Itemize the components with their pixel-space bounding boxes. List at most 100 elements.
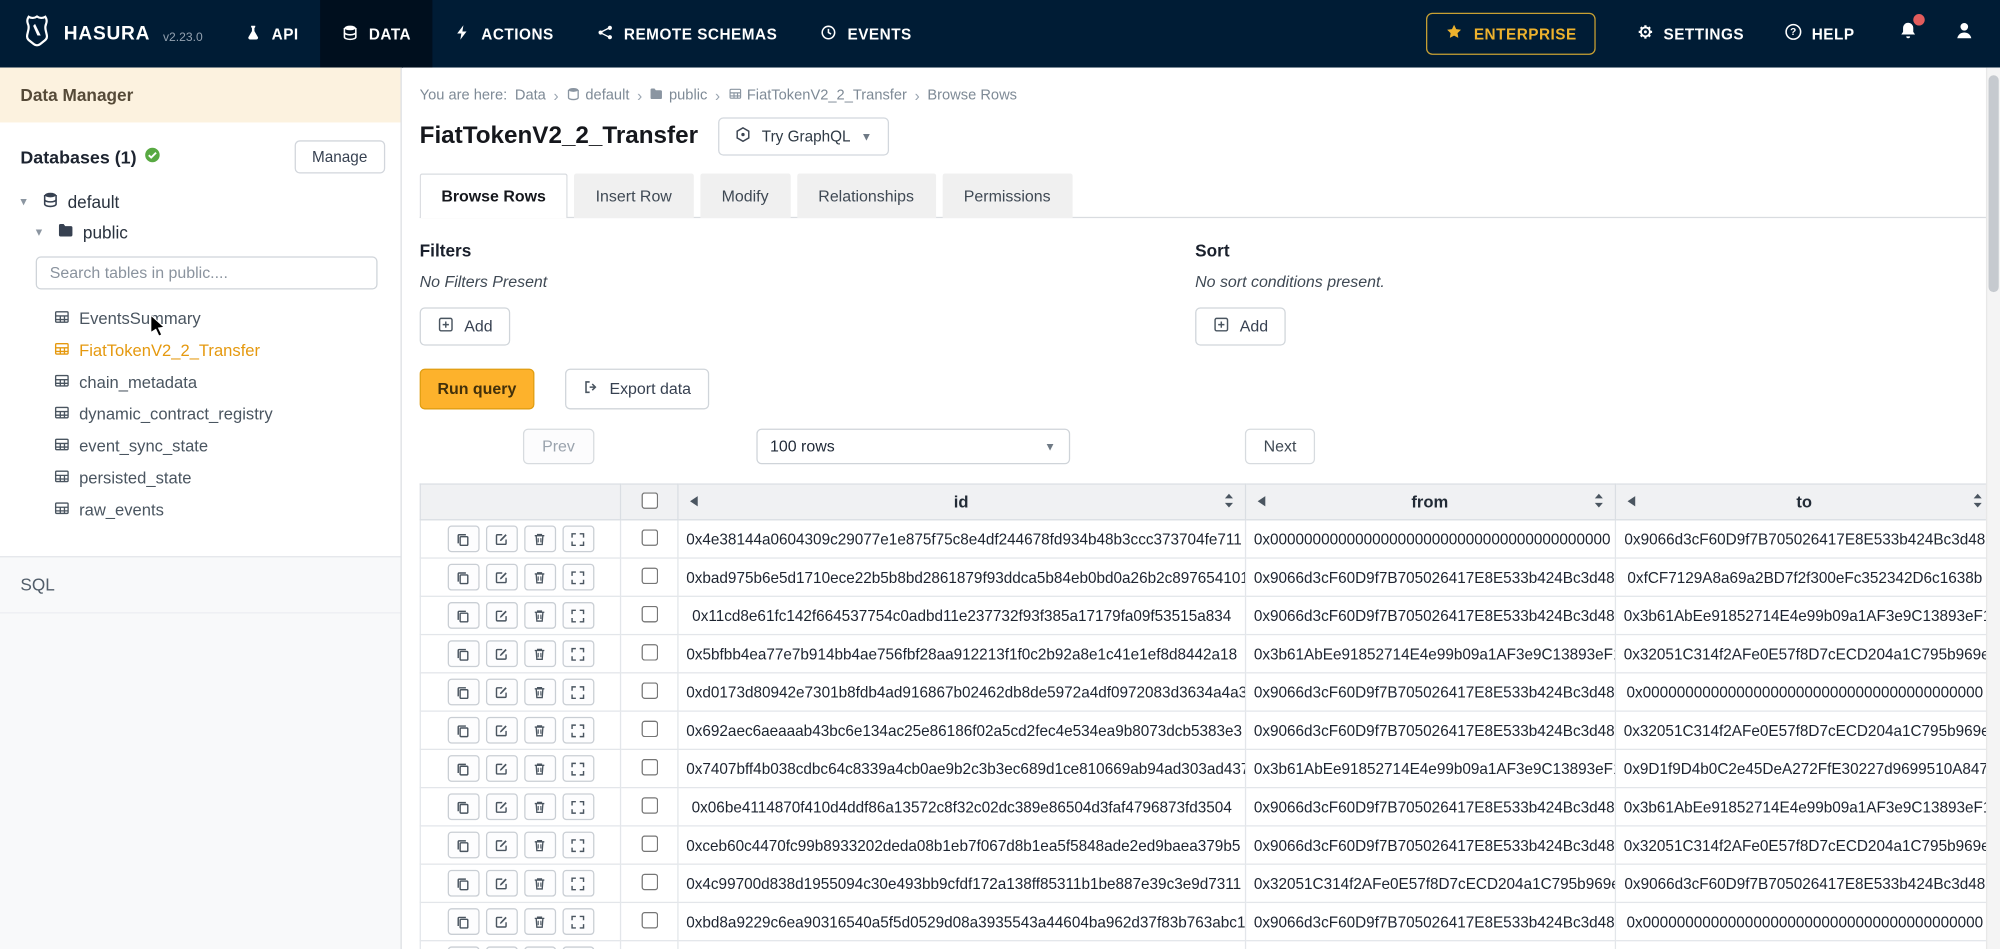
breadcrumb-database[interactable]: default [566, 87, 629, 105]
column-header-id[interactable]: id [678, 484, 1246, 520]
manage-button[interactable]: Manage [294, 140, 385, 173]
edit-row-button[interactable] [485, 526, 517, 553]
breadcrumb-data[interactable]: Data [515, 88, 546, 103]
column-header-from[interactable]: from [1246, 484, 1616, 520]
row-checkbox[interactable] [641, 758, 658, 775]
prev-page-button[interactable]: Prev [523, 429, 594, 465]
delete-row-button[interactable] [524, 602, 556, 629]
delete-row-button[interactable] [524, 526, 556, 553]
copy-row-button[interactable] [447, 755, 479, 782]
copy-row-button[interactable] [447, 640, 479, 667]
sidebar-table-item[interactable]: persisted_state [54, 462, 401, 494]
row-checkbox[interactable] [641, 605, 658, 622]
help-link[interactable]: ? HELP [1785, 23, 1855, 45]
tab-browse-rows[interactable]: Browse Rows [420, 173, 568, 218]
edit-row-button[interactable] [485, 717, 517, 744]
row-checkbox[interactable] [641, 873, 658, 890]
select-all-checkbox[interactable] [641, 492, 658, 509]
sidebar-table-item[interactable]: FiatTokenV2_2_Transfer [54, 334, 401, 366]
column-header-to[interactable]: to [1615, 484, 1994, 520]
row-checkbox[interactable] [641, 911, 658, 928]
copy-row-button[interactable] [447, 679, 479, 706]
row-checkbox[interactable] [641, 567, 658, 584]
edit-row-button[interactable] [485, 908, 517, 935]
copy-row-button[interactable] [447, 526, 479, 553]
copy-row-button[interactable] [447, 793, 479, 820]
delete-row-button[interactable] [524, 832, 556, 859]
expand-row-button[interactable] [562, 755, 594, 782]
sort-icon[interactable] [1223, 492, 1234, 512]
expand-row-button[interactable] [562, 602, 594, 629]
delete-row-button[interactable] [524, 755, 556, 782]
sidebar-item-sql[interactable]: SQL [0, 557, 401, 613]
tab-modify[interactable]: Modify [700, 173, 790, 218]
row-checkbox[interactable] [641, 835, 658, 852]
row-checkbox[interactable] [641, 720, 658, 737]
arrow-left-icon[interactable] [689, 492, 699, 511]
rows-per-page-select[interactable]: 100 rows ▼ [756, 429, 1070, 465]
tab-insert-row[interactable]: Insert Row [574, 173, 694, 218]
copy-row-button[interactable] [447, 717, 479, 744]
scrollbar-thumb[interactable] [1989, 75, 1999, 292]
edit-row-button[interactable] [485, 679, 517, 706]
try-graphql-button[interactable]: Try GraphQL ▼ [718, 117, 888, 155]
copy-row-button[interactable] [447, 564, 479, 591]
expand-row-button[interactable] [562, 679, 594, 706]
search-tables-input[interactable] [36, 256, 378, 289]
edit-row-button[interactable] [485, 640, 517, 667]
expand-row-button[interactable] [562, 832, 594, 859]
expand-row-button[interactable] [562, 793, 594, 820]
tab-permissions[interactable]: Permissions [942, 173, 1072, 218]
run-query-button[interactable]: Run query [420, 369, 535, 410]
expand-row-button[interactable] [562, 640, 594, 667]
arrow-left-icon[interactable] [1626, 492, 1636, 511]
tab-relationships[interactable]: Relationships [797, 173, 936, 218]
expand-row-button[interactable] [562, 564, 594, 591]
row-checkbox[interactable] [641, 529, 658, 546]
expand-row-button[interactable] [562, 526, 594, 553]
sidebar-table-item[interactable]: event_sync_state [54, 430, 401, 462]
expand-row-button[interactable] [562, 717, 594, 744]
breadcrumb-schema[interactable]: public [650, 87, 707, 105]
delete-row-button[interactable] [524, 679, 556, 706]
expand-row-button[interactable] [562, 870, 594, 897]
sidebar-table-item[interactable]: chain_metadata [54, 366, 401, 398]
tree-node-schema[interactable]: ▾ public [20, 217, 380, 248]
row-checkbox[interactable] [641, 643, 658, 660]
nav-item-data[interactable]: DATA [320, 0, 432, 68]
settings-link[interactable]: SETTINGS [1637, 23, 1744, 45]
user-menu-button[interactable] [1954, 20, 1974, 47]
tree-node-database[interactable]: ▾ default [20, 186, 380, 217]
hasura-logo[interactable]: HASURA v2.23.0 [20, 14, 202, 54]
delete-row-button[interactable] [524, 870, 556, 897]
edit-row-button[interactable] [485, 793, 517, 820]
delete-row-button[interactable] [524, 793, 556, 820]
copy-row-button[interactable] [447, 908, 479, 935]
edit-row-button[interactable] [485, 832, 517, 859]
nav-item-events[interactable]: EVENTS [799, 0, 933, 68]
sidebar-table-item[interactable]: raw_events [54, 494, 401, 526]
sidebar-table-item[interactable]: dynamic_contract_registry [54, 398, 401, 430]
sort-icon[interactable] [1593, 492, 1604, 512]
row-checkbox[interactable] [641, 682, 658, 699]
copy-row-button[interactable] [447, 870, 479, 897]
row-checkbox[interactable] [641, 797, 658, 814]
delete-row-button[interactable] [524, 640, 556, 667]
edit-row-button[interactable] [485, 870, 517, 897]
delete-row-button[interactable] [524, 717, 556, 744]
copy-row-button[interactable] [447, 832, 479, 859]
edit-row-button[interactable] [485, 564, 517, 591]
add-filter-button[interactable]: Add [420, 307, 511, 345]
enterprise-button[interactable]: ENTERPRISE [1427, 13, 1596, 55]
expand-row-button[interactable] [562, 908, 594, 935]
nav-item-api[interactable]: API [223, 0, 320, 68]
arrow-left-icon[interactable] [1256, 492, 1266, 511]
delete-row-button[interactable] [524, 908, 556, 935]
notifications-button[interactable] [1898, 20, 1918, 47]
export-data-button[interactable]: Export data [565, 369, 709, 410]
add-sort-button[interactable]: Add [1195, 307, 1286, 345]
sidebar-table-item[interactable]: EventsSummary [54, 302, 401, 334]
edit-row-button[interactable] [485, 602, 517, 629]
copy-row-button[interactable] [447, 602, 479, 629]
breadcrumb-table[interactable]: FiatTokenV2_2_Transfer [728, 87, 907, 105]
